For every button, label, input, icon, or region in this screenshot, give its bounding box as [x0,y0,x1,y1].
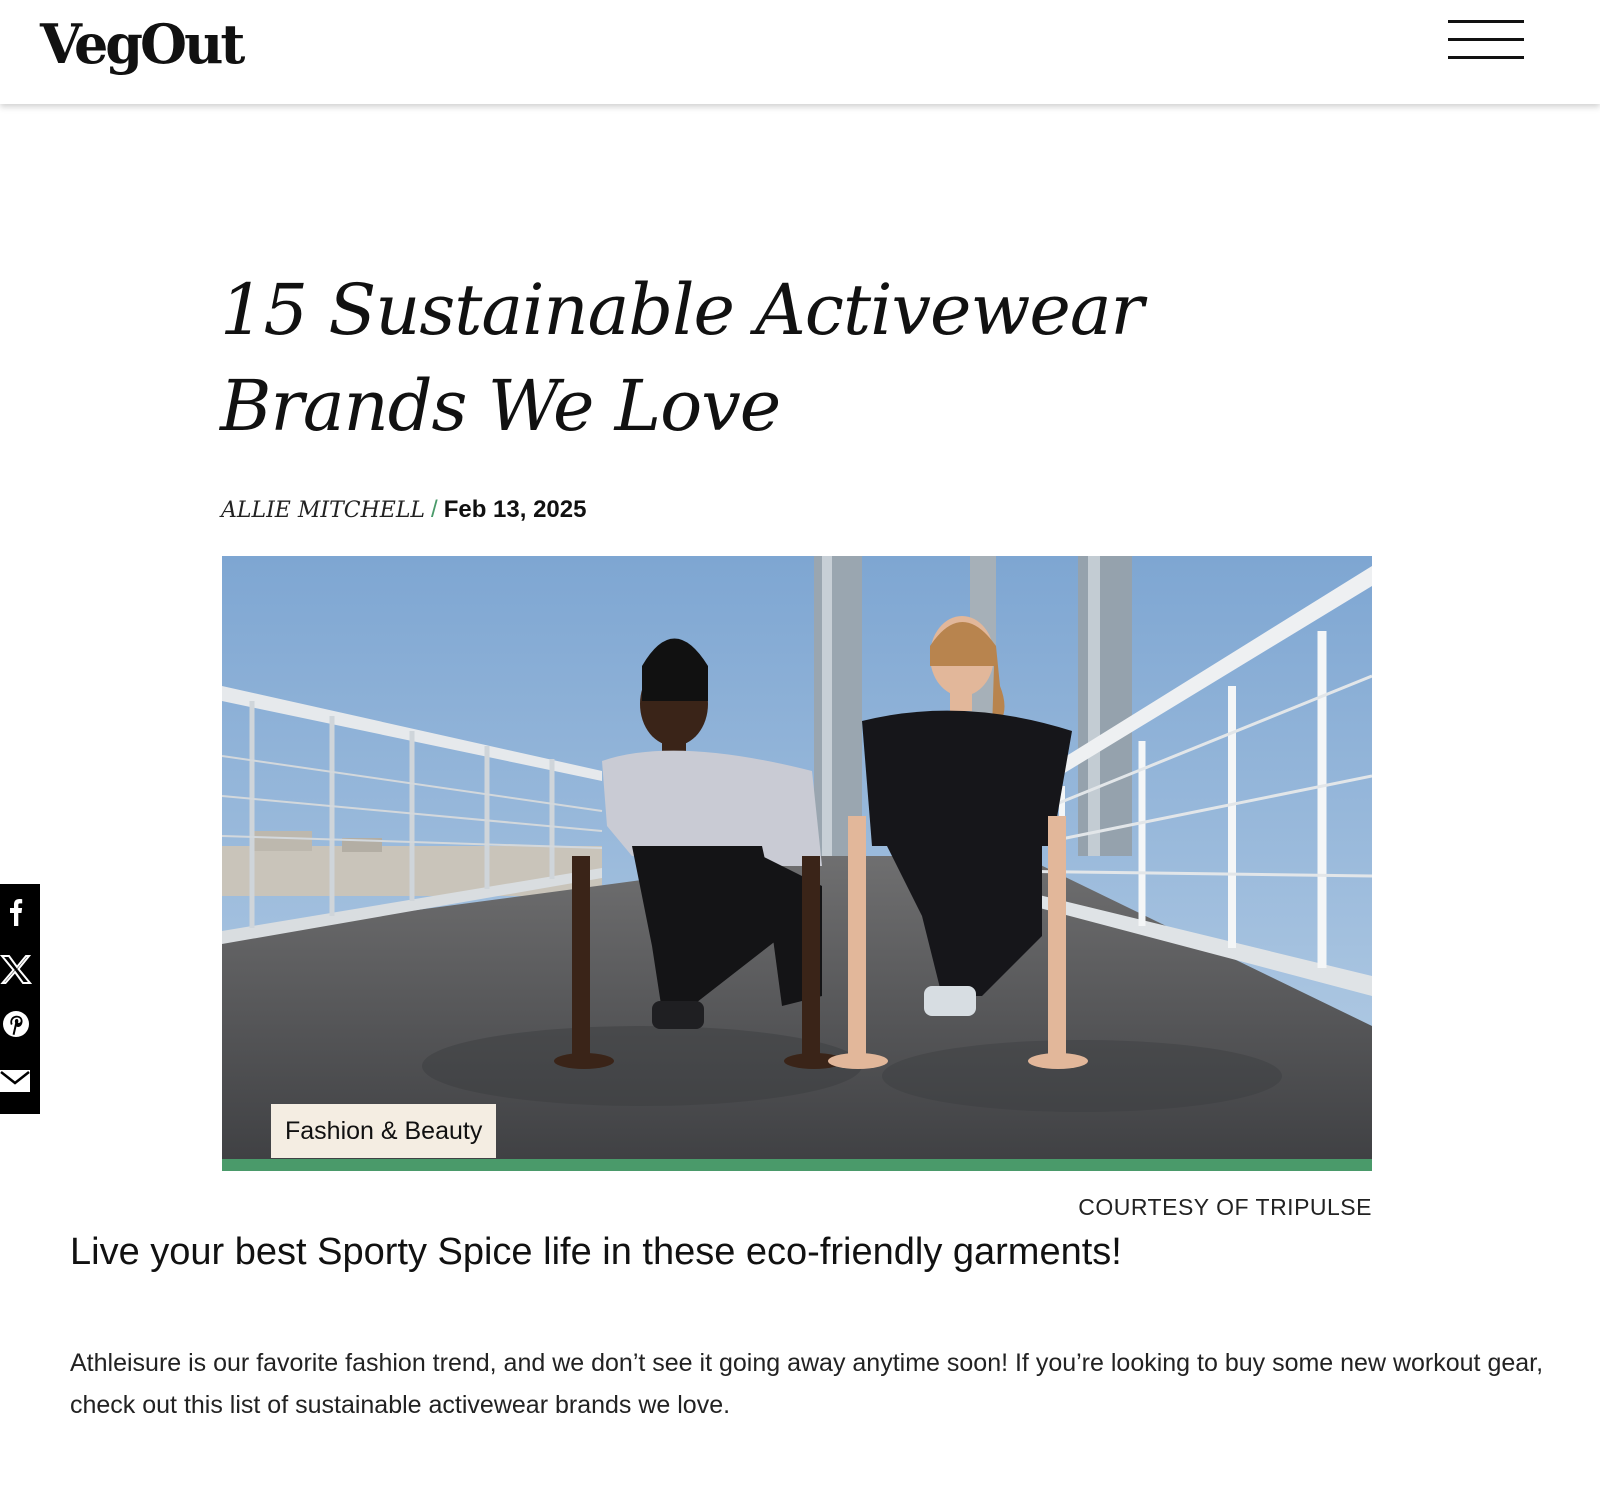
menu-line [1448,56,1524,59]
author-name[interactable]: ALLIE MITCHELL [221,498,425,523]
email-icon[interactable] [0,1060,36,1100]
image-credit: COURTESY OF TRIPULSE [1078,1194,1372,1220]
byline: ALLIE MITCHELL / Feb 13, 2025 [221,496,586,525]
hamburger-menu-icon[interactable] [1448,18,1526,62]
article-subtitle: Live your best Sporty Spice life in thes… [70,1231,1122,1273]
article-intro-paragraph: Athleisure is our favorite fashion trend… [70,1349,1544,1419]
menu-line [1448,38,1524,41]
article-title: 15 Sustainable Activewear Brands We Love [220,269,1144,447]
x-icon[interactable] [0,948,36,988]
category-tag[interactable]: Fashion & Beauty [271,1104,497,1158]
pinterest-icon[interactable] [0,1004,36,1044]
publish-date: Feb 13, 2025 [443,496,587,523]
site-logo[interactable]: VegOut [40,12,245,77]
share-bar [0,884,40,1114]
byline-separator: / [431,496,438,523]
menu-line [1448,20,1524,23]
facebook-icon[interactable] [0,892,36,932]
hero-image [222,556,1372,1171]
site-header: VegOut [0,0,1600,104]
